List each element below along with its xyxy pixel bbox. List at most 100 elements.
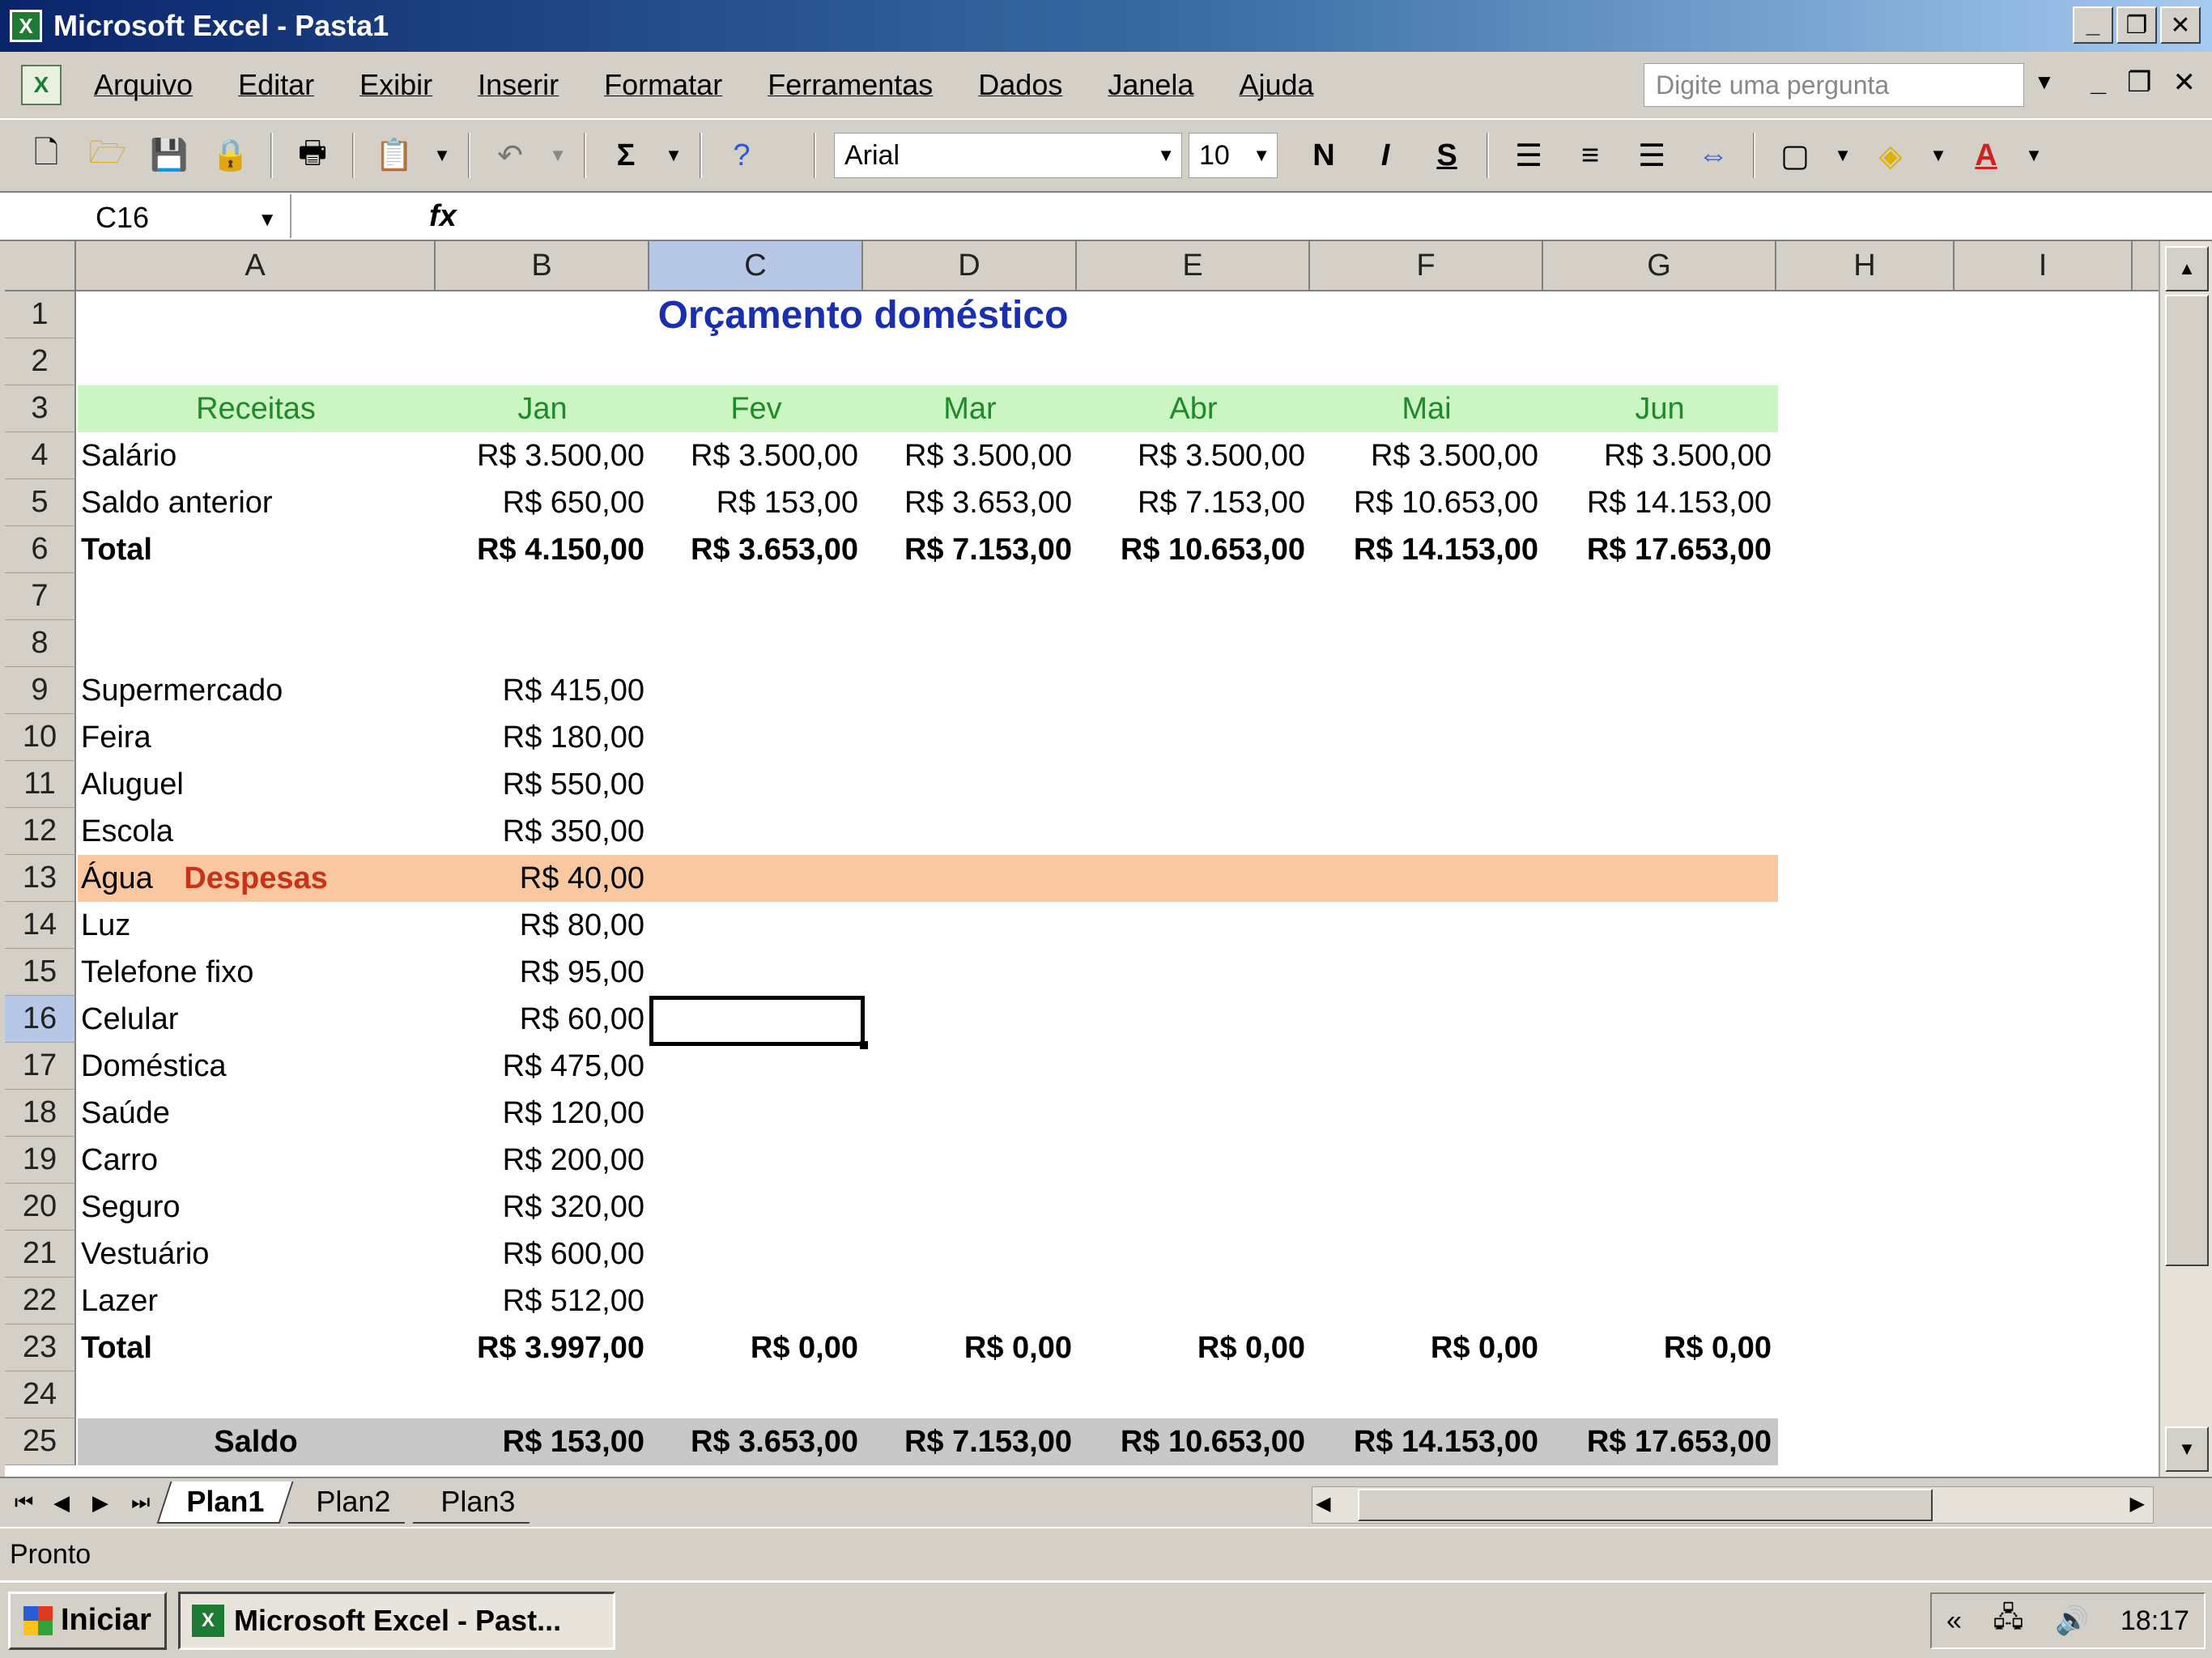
column-header-a[interactable]: A	[76, 241, 436, 291]
align-left-icon[interactable]: ☰	[1507, 134, 1551, 177]
volume-icon[interactable]: 🔊	[2055, 1605, 2089, 1637]
expense-jan-value[interactable]: R$ 95,00	[436, 949, 649, 996]
salario-jan[interactable]: R$ 3.500,00	[436, 432, 649, 479]
row-header-6[interactable]: 6	[5, 526, 76, 573]
saldo-jan[interactable]: R$ 153,00	[436, 1418, 649, 1465]
row-header-8[interactable]: 8	[5, 620, 76, 667]
start-button[interactable]: Iniciar	[8, 1591, 167, 1650]
row-header-24[interactable]: 24	[5, 1371, 76, 1418]
print-icon[interactable]: 🖶	[291, 134, 334, 177]
vertical-scroll-thumb[interactable]	[2165, 295, 2209, 1266]
expense-jan-value[interactable]: R$ 320,00	[436, 1184, 649, 1231]
menu-arquivo[interactable]: Arquivo	[94, 68, 193, 102]
column-header-g[interactable]: G	[1543, 241, 1776, 291]
expense-label[interactable]: Água	[76, 855, 436, 902]
maximize-button[interactable]: ❐	[2116, 6, 2157, 44]
expense-jan-value[interactable]: R$ 415,00	[436, 667, 649, 714]
row-header-23[interactable]: 23	[5, 1324, 76, 1371]
select-all-corner[interactable]	[5, 241, 76, 291]
menu-exibir[interactable]: Exibir	[359, 68, 432, 102]
document-icon[interactable]: X	[21, 65, 62, 105]
vertical-scrollbar[interactable]: ▲ ▼	[2159, 241, 2212, 1477]
salario-mai[interactable]: R$ 3.500,00	[1310, 432, 1543, 479]
insert-function-icon[interactable]: fx	[429, 199, 457, 234]
row-header-25[interactable]: 25	[5, 1418, 76, 1465]
receitas-total-mai[interactable]: R$ 14.153,00	[1310, 526, 1543, 573]
row-header-15[interactable]: 15	[5, 949, 76, 996]
salario-abr[interactable]: R$ 3.500,00	[1077, 432, 1310, 479]
expense-label[interactable]: Seguro	[76, 1184, 436, 1231]
month-jan[interactable]: Jan	[436, 385, 649, 432]
saldo-anterior-fev[interactable]: R$ 153,00	[649, 479, 863, 526]
sheet-tab-plan3[interactable]: Plan3	[412, 1482, 543, 1524]
excel-app-icon[interactable]: X	[10, 10, 42, 42]
month-mar[interactable]: Mar	[863, 385, 1077, 432]
font-color-icon[interactable]: A	[1964, 134, 2008, 177]
borders-icon[interactable]: ▢	[1773, 134, 1817, 177]
receitas-total-jun[interactable]: R$ 17.653,00	[1543, 526, 1776, 573]
despesas-total-mar[interactable]: R$ 0,00	[863, 1324, 1077, 1371]
italic-icon[interactable]: I	[1363, 134, 1407, 177]
expense-label[interactable]: Saúde	[76, 1090, 436, 1137]
saldo-anterior-jan[interactable]: R$ 650,00	[436, 479, 649, 526]
receitas-label[interactable]: Receitas	[76, 385, 436, 432]
spreadsheet-grid[interactable]: A B C D E F G H I Orçamento doméstico Re…	[5, 241, 2159, 1477]
sheet-tab-plan2[interactable]: Plan2	[287, 1482, 419, 1524]
autosum-dropdown-icon[interactable]: ▼	[665, 134, 683, 177]
row-header-21[interactable]: 21	[5, 1231, 76, 1278]
expense-jan-value[interactable]: R$ 200,00	[436, 1137, 649, 1184]
receitas-total-mar[interactable]: R$ 7.153,00	[863, 526, 1077, 573]
menu-ajuda[interactable]: Ajuda	[1239, 68, 1313, 102]
taskbar-excel-button[interactable]: X Microsoft Excel - Past...	[177, 1591, 615, 1650]
receitas-total-jan[interactable]: R$ 4.150,00	[436, 526, 649, 573]
formula-input[interactable]	[481, 194, 2212, 238]
saldo-jun[interactable]: R$ 17.653,00	[1543, 1418, 1776, 1465]
expense-label[interactable]: Luz	[76, 902, 436, 949]
row-header-13[interactable]: 13	[5, 855, 76, 902]
expense-label[interactable]: Carro	[76, 1137, 436, 1184]
despesas-total-jun[interactable]: R$ 0,00	[1543, 1324, 1776, 1371]
name-box[interactable]: C16 ▼	[0, 194, 291, 238]
month-fev[interactable]: Fev	[649, 385, 863, 432]
font-size-select[interactable]: 10 ▼	[1189, 133, 1278, 178]
expense-label[interactable]: Telefone fixo	[76, 949, 436, 996]
column-header-c[interactable]: C	[649, 241, 863, 291]
month-abr[interactable]: Abr	[1077, 385, 1310, 432]
menu-inserir[interactable]: Inserir	[478, 68, 559, 102]
minimize-button[interactable]: _	[2073, 6, 2113, 44]
row-header-16[interactable]: 16	[5, 996, 76, 1043]
expense-jan-value[interactable]: R$ 600,00	[436, 1231, 649, 1278]
bold-icon[interactable]: N	[1302, 134, 1346, 177]
menu-dados[interactable]: Dados	[978, 68, 1062, 102]
ask-dropdown-arrow-icon[interactable]: ▼	[2034, 70, 2055, 95]
doc-restore-button[interactable]: ❐	[2127, 66, 2151, 99]
doc-close-button[interactable]: ✕	[2173, 66, 2197, 99]
row-header-14[interactable]: 14	[5, 902, 76, 949]
row-header-18[interactable]: 18	[5, 1090, 76, 1137]
salario-fev[interactable]: R$ 3.500,00	[649, 432, 863, 479]
column-header-b[interactable]: B	[436, 241, 649, 291]
menu-formatar[interactable]: Formatar	[604, 68, 722, 102]
saldo-anterior-mar[interactable]: R$ 3.653,00	[863, 479, 1077, 526]
font-dropdown-arrow-icon[interactable]: ▼	[1157, 145, 1175, 166]
salario-label[interactable]: Salário	[76, 432, 436, 479]
close-button[interactable]: ✕	[2160, 6, 2201, 44]
row-header-20[interactable]: 20	[5, 1184, 76, 1231]
receitas-total-label[interactable]: Total	[76, 526, 436, 573]
salario-mar[interactable]: R$ 3.500,00	[863, 432, 1077, 479]
expense-jan-value[interactable]: R$ 120,00	[436, 1090, 649, 1137]
column-header-i[interactable]: I	[1955, 241, 2133, 291]
month-mai[interactable]: Mai	[1310, 385, 1543, 432]
receitas-total-abr[interactable]: R$ 10.653,00	[1077, 526, 1310, 573]
row-header-17[interactable]: 17	[5, 1043, 76, 1090]
paste-icon[interactable]: 📋	[372, 134, 416, 177]
despesas-total-label[interactable]: Total	[76, 1324, 436, 1371]
row-header-5[interactable]: 5	[5, 479, 76, 526]
fill-color-icon[interactable]: ◈	[1869, 134, 1912, 177]
expense-label[interactable]: Escola	[76, 808, 436, 855]
fill-dropdown-icon[interactable]: ▼	[1929, 134, 1947, 177]
scroll-down-icon[interactable]: ▼	[2165, 1426, 2209, 1472]
undo-dropdown-icon[interactable]: ▼	[549, 134, 567, 177]
row-header-7[interactable]: 7	[5, 573, 76, 620]
column-header-d[interactable]: D	[863, 241, 1077, 291]
